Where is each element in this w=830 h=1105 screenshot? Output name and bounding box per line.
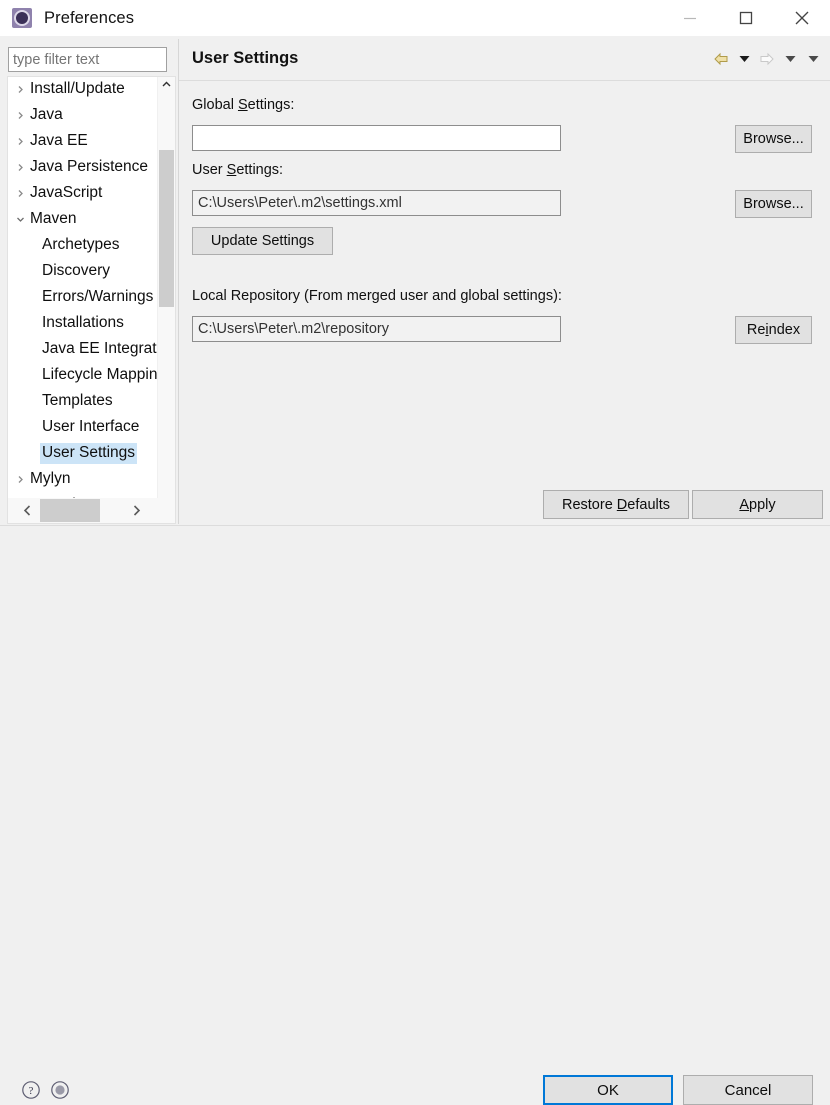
dropdown-arrow-icon[interactable] [734, 48, 754, 70]
chevron-right-icon[interactable] [125, 498, 147, 523]
global-settings-input[interactable] [192, 125, 561, 151]
chevron-right-icon[interactable] [12, 163, 28, 172]
reindex-button[interactable]: Reindex [735, 316, 812, 344]
chevron-right-icon[interactable] [12, 475, 28, 484]
chevron-right-icon[interactable] [12, 137, 28, 146]
scrollbar-thumb-horizontal[interactable] [40, 499, 100, 522]
page-title: User Settings [192, 49, 299, 67]
dialog-footer: ? OK Cancel [0, 526, 830, 1105]
update-settings-button[interactable]: Update Settings [192, 227, 333, 255]
tree-item-javascript[interactable]: JavaScript [8, 180, 158, 206]
tree-horizontal-scrollbar[interactable] [8, 498, 175, 523]
tree-item-label: Maven [30, 209, 77, 227]
page-header: User Settings [179, 39, 830, 81]
page-nav-icons [711, 48, 823, 70]
tree-item-label: JavaScript [30, 183, 103, 201]
ok-button[interactable]: OK [543, 1075, 673, 1105]
tree-item-install-update[interactable]: Install/Update [8, 76, 158, 102]
tree-item-installations[interactable]: Installations [8, 310, 158, 336]
tree-item-discovery[interactable]: Discovery [8, 258, 158, 284]
tree-item-templates[interactable]: Templates [8, 388, 158, 414]
local-repository-label: Local Repository (From merged user and g… [192, 288, 562, 304]
tree-item-java-ee-integration[interactable]: Java EE Integration [8, 336, 158, 362]
tree-vertical-scrollbar[interactable] [157, 76, 175, 524]
dropdown-arrow-icon[interactable] [803, 48, 823, 70]
tree-item-user-settings[interactable]: User Settings [8, 440, 158, 466]
tree-item-java-ee[interactable]: Java EE [8, 128, 158, 154]
user-settings-browse-button[interactable]: Browse... [735, 190, 812, 218]
back-arrow-icon[interactable] [711, 48, 731, 70]
preferences-dialog: Preferences Install/Update [0, 0, 830, 1105]
filter-input[interactable] [8, 47, 167, 72]
header-divider [179, 80, 830, 81]
tree-item-label: User Settings [40, 442, 138, 464]
tree-item-label: Errors/Warnings [42, 287, 154, 305]
preferences-gear-icon [12, 8, 32, 28]
apply-button[interactable]: Apply [692, 490, 823, 519]
tree-item-label: User Interface [42, 417, 140, 435]
tree-item-user-interface[interactable]: User Interface [8, 414, 158, 440]
tree-item-list: Install/Update Java Java EE Java Persist… [8, 76, 158, 506]
tree-item-label: Templates [42, 391, 113, 409]
title-bar: Preferences [0, 0, 830, 36]
forward-arrow-icon [757, 48, 777, 70]
tree-item-label: Install/Update [30, 79, 125, 97]
tree-item-label: Java EE Integration [42, 339, 158, 357]
dropdown-arrow-icon[interactable] [780, 48, 800, 70]
tree-item-maven[interactable]: Maven [8, 206, 158, 232]
settings-page: User Settings Global Settings: Browse...… [178, 39, 830, 524]
tree-item-mylyn[interactable]: Mylyn [8, 466, 158, 492]
tree-item-java[interactable]: Java [8, 102, 158, 128]
chevron-right-icon[interactable] [12, 85, 28, 94]
window-title: Preferences [44, 8, 135, 27]
svg-text:?: ? [29, 1085, 34, 1097]
minimize-icon[interactable] [662, 0, 718, 36]
cancel-button[interactable]: Cancel [683, 1075, 813, 1105]
user-settings-label: User Settings: [192, 162, 284, 178]
tree-item-label: Java EE [30, 131, 88, 149]
chevron-right-icon[interactable] [12, 189, 28, 198]
tree-item-label: Discovery [42, 261, 111, 279]
global-settings-browse-button[interactable]: Browse... [735, 125, 812, 153]
chevron-right-icon[interactable] [12, 111, 28, 120]
help-question-icon[interactable]: ? [19, 1078, 43, 1102]
tree-item-lifecycle-mappings[interactable]: Lifecycle Mappings [8, 362, 158, 388]
local-repository-input[interactable] [192, 316, 561, 342]
tree-item-label: Archetypes [42, 235, 120, 253]
global-settings-label: Global Settings: [192, 97, 295, 113]
tree-item-label: Mylyn [30, 469, 71, 487]
chevron-up-icon[interactable] [158, 76, 175, 93]
tree-item-archetypes[interactable]: Archetypes [8, 232, 158, 258]
record-circle-icon[interactable] [48, 1078, 72, 1102]
restore-defaults-button[interactable]: Restore Defaults [543, 490, 689, 519]
chevron-left-icon[interactable] [16, 498, 38, 523]
tree-item-label: Java Persistence [30, 157, 149, 175]
tree-item-label: Lifecycle Mappings [42, 365, 158, 383]
tree-item-java-persistence[interactable]: Java Persistence [8, 154, 158, 180]
preference-tree[interactable]: Install/Update Java Java EE Java Persist… [8, 76, 175, 524]
chevron-down-icon[interactable] [12, 215, 28, 224]
tree-item-label: Java [30, 105, 63, 123]
user-settings-input[interactable] [192, 190, 561, 216]
tree-item-label: Installations [42, 313, 124, 331]
scrollbar-thumb-vertical[interactable] [159, 150, 174, 307]
tree-item-errors-warnings[interactable]: Errors/Warnings [8, 284, 158, 310]
window-controls [662, 0, 830, 36]
maximize-icon[interactable] [718, 0, 774, 36]
close-icon[interactable] [774, 0, 830, 36]
tree-viewport: Install/Update Java Java EE Java Persist… [8, 76, 158, 506]
